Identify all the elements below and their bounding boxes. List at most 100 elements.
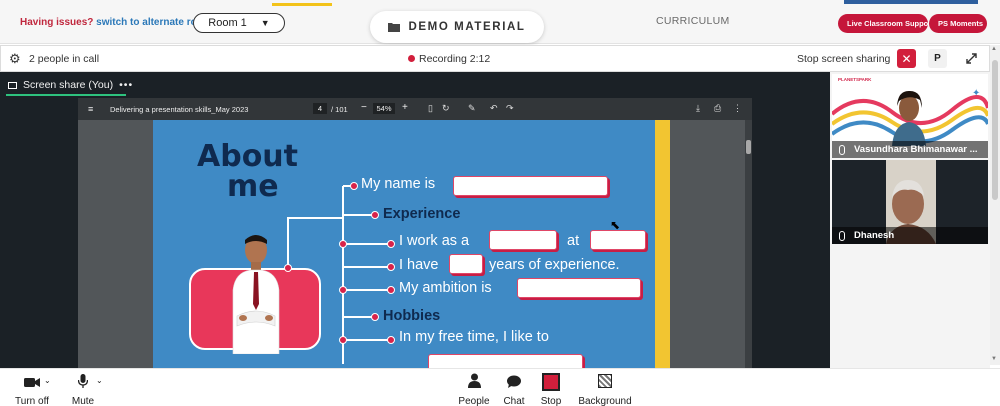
blank-job: [489, 230, 557, 250]
microphone-icon: [839, 231, 845, 241]
chat-bubble-icon: [500, 373, 528, 393]
mouse-cursor-icon: ⬉: [610, 218, 621, 232]
demo-material-label: DEMO MATERIAL: [408, 21, 526, 33]
pdf-page-input[interactable]: 4: [313, 103, 327, 114]
caret-down-icon: ▼: [260, 18, 270, 28]
pdf-scrollbar-thumb[interactable]: [746, 140, 751, 154]
video-tile-dhanesh[interactable]: Dhanesh: [832, 160, 988, 244]
hamburger-menu-icon[interactable]: ≡: [88, 104, 93, 114]
recording-time: 2:12: [469, 53, 491, 65]
pdf-document-title: Delivering a presentation skills_May 202…: [110, 105, 249, 114]
svg-text:✦: ✦: [972, 88, 980, 99]
decorative-arc: [272, 0, 332, 6]
stop-label: Stop: [540, 396, 562, 406]
tile2-label: Dhanesh: [832, 227, 988, 244]
mute-button[interactable]: Mute ⌄: [66, 373, 103, 406]
mic-options-chevron-icon[interactable]: ⌄: [96, 376, 103, 385]
background-icon: [574, 373, 636, 393]
video-tile-vasundhara[interactable]: PLANETSPARK ✦ Vasundhara Bhimanawar ...: [832, 74, 988, 158]
pdf-more-icon[interactable]: ⋮: [733, 103, 742, 114]
gear-icon[interactable]: ⚙: [9, 51, 21, 67]
live-support-label: Live Classroom Support: [847, 19, 934, 28]
blank-years: [449, 254, 483, 274]
close-icon: ✕: [901, 51, 912, 66]
folder-icon: [388, 23, 401, 32]
slide-i-have-text: I have: [399, 257, 439, 273]
app-root: Having issues? switch to alternate room …: [0, 0, 1000, 406]
chat-button[interactable]: Chat: [500, 373, 528, 406]
redo-icon[interactable]: ↷: [506, 103, 514, 114]
stop-screen-sharing-label: Stop screen sharing: [797, 53, 891, 65]
slide-years-experience-text: years of experience.: [489, 257, 620, 273]
zoom-out-icon[interactable]: −: [361, 102, 367, 113]
issues-text: Having issues?: [20, 17, 94, 28]
ps-moments-button[interactable]: PS Moments: [929, 14, 987, 33]
demo-material-tab[interactable]: DEMO MATERIAL: [370, 11, 544, 43]
participant-face: [892, 90, 926, 146]
microphone-icon: [66, 373, 100, 393]
tile1-label: Vasundhara Bhimanawar ...: [832, 141, 988, 158]
mute-label: Mute: [71, 396, 95, 406]
undo-icon[interactable]: ↶: [490, 103, 498, 114]
call-controls: Turn off ⌄ Mute ⌄ People Chat Stop Backg…: [0, 368, 1000, 406]
recording-status: Recording 2:12: [408, 53, 490, 65]
page-scrollbar-thumb[interactable]: [992, 60, 998, 200]
chat-label: Chat: [503, 396, 525, 406]
fit-page-icon[interactable]: ▯: [428, 103, 433, 114]
stop-share-button[interactable]: Stop: [536, 373, 566, 406]
more-options-icon[interactable]: •••: [119, 79, 133, 91]
slide-at-text: at: [567, 233, 580, 249]
slide-ambition-line: My ambition is: [399, 280, 492, 296]
room-select[interactable]: Room 1 ▼: [193, 13, 285, 33]
microphone-icon: [839, 145, 845, 155]
brand-logo: PLANETSPARK: [838, 77, 872, 82]
stop-sharing-close-button[interactable]: ✕: [897, 49, 916, 68]
people-in-call: 2 people in call: [29, 53, 100, 65]
rotate-icon[interactable]: ↻: [442, 103, 450, 114]
person-icon: [456, 373, 492, 393]
screen-share-icon: [8, 81, 17, 89]
people-button[interactable]: People: [456, 373, 492, 406]
pdf-zoom-input[interactable]: 54%: [373, 103, 395, 114]
stop-share-icon: [536, 373, 566, 393]
screen-share-label: Screen share (You): [23, 79, 114, 91]
camera-options-chevron-icon[interactable]: ⌄: [44, 376, 51, 385]
issues-notice: Having issues? switch to alternate room: [20, 17, 212, 28]
zoom-in-icon[interactable]: +: [402, 102, 408, 113]
live-classroom-support-button[interactable]: Live Classroom Support: [838, 14, 934, 33]
recording-label: Recording: [419, 53, 467, 65]
slide-hobbies-heading: Hobbies: [383, 308, 441, 324]
call-header: ⚙ 2 people in call Recording 2:12 Stop s…: [0, 45, 990, 72]
blank-company: [590, 230, 646, 250]
slide-work-as-line: I work as a: [399, 233, 470, 249]
participant-videos: PLANETSPARK ✦ Vasundhara Bhimanawar ...: [830, 72, 990, 368]
screen-share-tab[interactable]: Screen share (You) •••: [8, 79, 133, 91]
draw-icon[interactable]: ✎: [468, 103, 476, 114]
slide-free-time-line: In my free time, I like to: [399, 329, 549, 345]
tile2-participant-name: Dhanesh: [854, 230, 895, 241]
screen-share-area: Screen share (You) ••• ≡ Delivering a pre…: [0, 72, 830, 368]
pin-button[interactable]: P: [928, 49, 947, 68]
download-icon[interactable]: ⤓: [696, 103, 700, 114]
pdf-scrollbar[interactable]: [745, 120, 752, 368]
active-tab-indicator: [6, 94, 126, 96]
top-bar: Having issues? switch to alternate room …: [0, 0, 1000, 44]
scroll-up-arrow-icon[interactable]: ▲: [991, 46, 997, 52]
curriculum-tab[interactable]: CURRICULUM: [656, 15, 730, 27]
slide-yellow-bar: [655, 120, 670, 368]
slide-page: About me My name is Experience I work as…: [153, 120, 670, 368]
ps-moments-label: PS Moments: [938, 19, 984, 28]
camera-toggle-button[interactable]: Turn off ⌄: [10, 373, 54, 406]
slide-name-line: My name is: [361, 176, 436, 192]
room-select-value: Room 1: [208, 17, 247, 29]
pdf-viewer: ≡ Delivering a presentation skills_May 2…: [78, 98, 752, 368]
people-label: People: [458, 396, 490, 406]
record-dot-icon: [408, 54, 415, 62]
expand-button[interactable]: [962, 49, 981, 68]
decorative-bar: [844, 0, 978, 4]
print-icon[interactable]: ⎙: [714, 103, 721, 114]
background-button[interactable]: Background: [574, 373, 636, 406]
background-label: Background: [578, 396, 632, 406]
scroll-down-arrow-icon[interactable]: ▼: [991, 356, 997, 362]
blank-hobby: [428, 354, 583, 368]
